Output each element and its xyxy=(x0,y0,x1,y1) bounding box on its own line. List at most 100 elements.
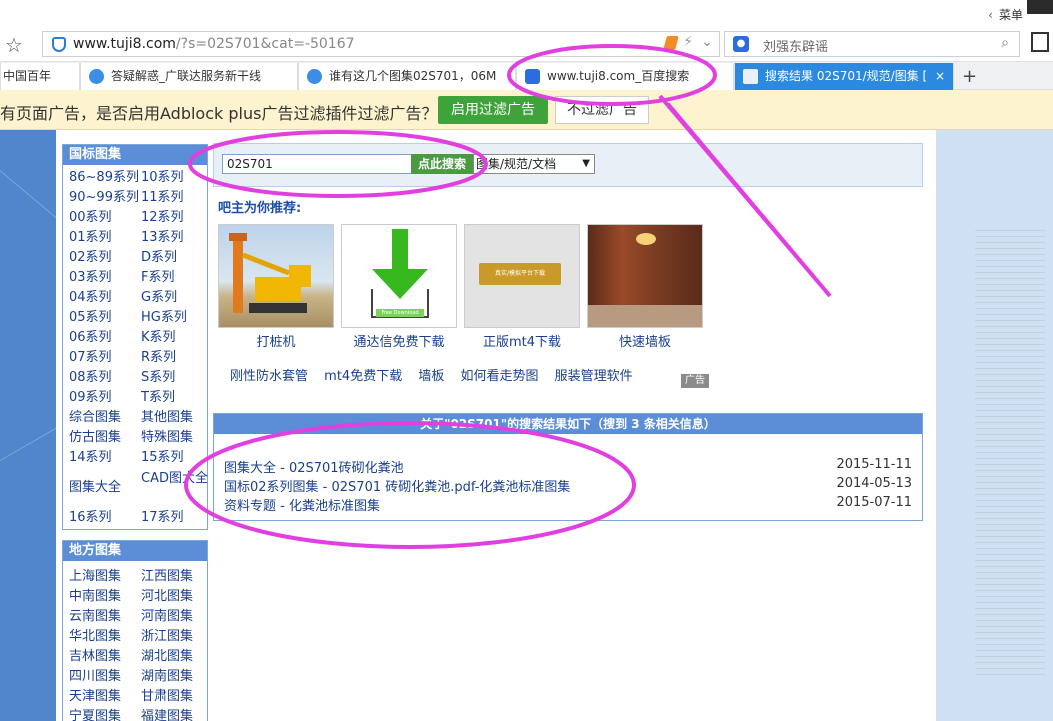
sidebar-item[interactable]: 03系列 xyxy=(69,268,141,288)
tab-0[interactable]: 中国百年 xyxy=(0,63,80,90)
browser-top-bar: ‹ 菜单 xyxy=(0,0,1053,28)
sidebar-item[interactable]: 河南图集 xyxy=(141,607,213,627)
favicon-icon xyxy=(89,69,104,84)
new-tab-button[interactable]: + xyxy=(962,66,977,87)
result-row: 资料专题 - 化粪池标准图集 2015-07-11 xyxy=(224,495,912,514)
sidebar-item[interactable]: 天津图集 xyxy=(69,687,141,707)
result-link[interactable]: 图集大全 - 02S701砖砌化粪池 xyxy=(224,461,404,476)
disable-filter-button[interactable]: 不过滤广告 xyxy=(555,96,649,124)
sidebar-item[interactable]: 江西图集 xyxy=(141,567,213,587)
mt4-image[interactable]: 真实/模拟平台下载 xyxy=(464,224,580,328)
recommend-label[interactable]: 正版mt4下载 xyxy=(464,331,580,350)
sidebar-item[interactable]: 08系列 xyxy=(69,368,141,388)
ad-link[interactable]: 服装管理软件 xyxy=(555,369,633,384)
result-link[interactable]: 资料专题 - 化粪池标准图集 xyxy=(224,499,380,514)
sidebar-item[interactable]: 河北图集 xyxy=(141,587,213,607)
close-icon[interactable]: × xyxy=(935,63,945,89)
recommend-label[interactable]: 通达信免费下载 xyxy=(341,331,457,350)
favicon-icon xyxy=(743,69,758,84)
sidebar-item[interactable]: 14系列 xyxy=(69,448,141,468)
sidebar-item[interactable]: 其他图集 xyxy=(141,408,213,428)
sidebar-item[interactable]: CAD图大全 xyxy=(141,468,213,508)
search-engine-box[interactable]: ● 刘强东辟谣 ⌕ xyxy=(724,31,1020,57)
result-link[interactable]: 国标02系列图集 - 02S701 砖砌化粪池.pdf-化粪池标准图集 xyxy=(224,480,570,495)
sidebar-local-atlases: 地方图集 上海图集 江西图集 中南图集 河北图集 云南图集 河南图集 华北图集 … xyxy=(62,540,208,721)
sidebar-item[interactable]: 02系列 xyxy=(69,248,141,268)
enable-filter-button[interactable]: 启用过滤广告 xyxy=(438,96,548,124)
sidebar-item[interactable]: 华北图集 xyxy=(69,627,141,647)
sidebar-item[interactable]: 15系列 xyxy=(141,448,213,468)
search-button[interactable]: 点此搜索 xyxy=(411,154,473,174)
search-icon[interactable]: ⌕ xyxy=(1001,35,1009,51)
sidebar-item[interactable]: 仿古图集 xyxy=(69,428,141,448)
pile-driver-image[interactable] xyxy=(218,224,334,328)
sidebar-item[interactable]: 10系列 xyxy=(141,168,213,188)
sidebar-item[interactable]: S系列 xyxy=(141,368,213,388)
sidebar-item[interactable]: 13系列 xyxy=(141,228,213,248)
sidebar-item[interactable]: 甘肃图集 xyxy=(141,687,213,707)
sidebar-item[interactable]: 特殊图集 xyxy=(141,428,213,448)
sidebar-item[interactable]: 湖南图集 xyxy=(141,667,213,687)
sidebar-item[interactable]: 宁夏图集 xyxy=(69,707,141,721)
sidebar-item[interactable]: 05系列 xyxy=(69,308,141,328)
ad-badge: 广告 xyxy=(681,374,709,388)
sidebar-item[interactable]: 01系列 xyxy=(69,228,141,248)
sidebar-item[interactable]: 06系列 xyxy=(69,328,141,348)
ad-link[interactable]: 刚性防水套管 xyxy=(230,369,308,384)
address-bar[interactable]: www.tuji8.com/?s=02S701&cat=-50167 ⚡ ⌄ xyxy=(42,31,720,57)
sidebar-item[interactable]: G系列 xyxy=(141,288,213,308)
sidebar-item[interactable]: 04系列 xyxy=(69,288,141,308)
sidebar-item[interactable]: 07系列 xyxy=(69,348,141,368)
sidebar-item[interactable]: 福建图集 xyxy=(141,707,213,721)
sidebar-item[interactable]: 09系列 xyxy=(69,388,141,408)
speed-mode-icon[interactable] xyxy=(663,36,679,50)
wall-panel-image[interactable] xyxy=(587,224,703,328)
sidebar-item[interactable]: K系列 xyxy=(141,328,213,348)
ad-link[interactable]: 如何看走势图 xyxy=(461,369,539,384)
sidebar-item[interactable]: F系列 xyxy=(141,268,213,288)
chevron-down-icon[interactable]: ⌄ xyxy=(701,34,713,50)
ad-link[interactable]: mt4免费下载 xyxy=(324,369,402,384)
baidu-paw-icon: ● xyxy=(733,36,749,52)
sidebar-item[interactable]: 中南图集 xyxy=(69,587,141,607)
recommend-label[interactable]: 打桩机 xyxy=(218,331,334,350)
sidebar-item[interactable]: 86~89系列 xyxy=(69,168,141,188)
sidebar-item[interactable]: R系列 xyxy=(141,348,213,368)
tab-1[interactable]: 答疑解惑_广联达服务新干线 xyxy=(80,63,298,90)
sidebar-item[interactable]: 浙江图集 xyxy=(141,627,213,647)
menu-button[interactable]: ‹ 菜单 xyxy=(988,6,1023,23)
tab-2[interactable]: 谁有这几个图集02S701，06M xyxy=(298,63,516,90)
sidebar-item[interactable]: 00系列 xyxy=(69,208,141,228)
sidebar-item[interactable]: 11系列 xyxy=(141,188,213,208)
decor-line xyxy=(0,425,62,461)
sidebar-item[interactable]: D系列 xyxy=(141,248,213,268)
category-select[interactable]: 图集/规范/文档 ▼ xyxy=(473,154,595,174)
sidebar-item[interactable]: 湖北图集 xyxy=(141,647,213,667)
url-text[interactable]: www.tuji8.com/?s=02S701&cat=-50167 xyxy=(73,36,355,52)
sidebar-item[interactable]: 四川图集 xyxy=(69,667,141,687)
sidebar-item[interactable]: 12系列 xyxy=(141,208,213,228)
thunder-icon[interactable]: ⚡ xyxy=(683,34,693,50)
sidebar-item[interactable]: T系列 xyxy=(141,388,213,408)
recommend-label[interactable]: 快速墙板 xyxy=(587,331,703,350)
sidebar-item[interactable]: 16系列 xyxy=(69,508,141,528)
sidebar-item[interactable]: 云南图集 xyxy=(69,607,141,627)
sidebar-item[interactable]: 图集大全 xyxy=(69,468,141,508)
sidebar-item[interactable]: 吉林图集 xyxy=(69,647,141,667)
window-control[interactable] xyxy=(1027,0,1053,14)
search-input[interactable]: 02S701 xyxy=(222,154,412,174)
sidebar-item[interactable]: 17系列 xyxy=(141,508,213,528)
sidebar-item[interactable]: HG系列 xyxy=(141,308,213,328)
tab-4-active[interactable]: 搜索结果 02S701/规范/图集 [× xyxy=(734,63,954,90)
search-engine-input[interactable]: 刘强东辟谣 xyxy=(763,36,828,55)
ad-link[interactable]: 墙板 xyxy=(418,369,444,384)
sidebar-item[interactable]: 90~99系列 xyxy=(69,188,141,208)
download-image[interactable]: Free Download xyxy=(341,224,457,328)
chandelier-graphic xyxy=(636,233,656,245)
tab-3[interactable]: www.tuji8.com_百度搜索 xyxy=(516,63,734,90)
sidebar-item[interactable]: 上海图集 xyxy=(69,567,141,587)
sidebar-item[interactable]: 综合图集 xyxy=(69,408,141,428)
bookmark-star-icon[interactable]: ☆ xyxy=(5,33,23,57)
apps-grid-icon[interactable] xyxy=(1031,32,1049,52)
tab-bar: 中国百年 答疑解惑_广联达服务新干线 谁有这几个图集02S701，06M www… xyxy=(0,62,1053,90)
